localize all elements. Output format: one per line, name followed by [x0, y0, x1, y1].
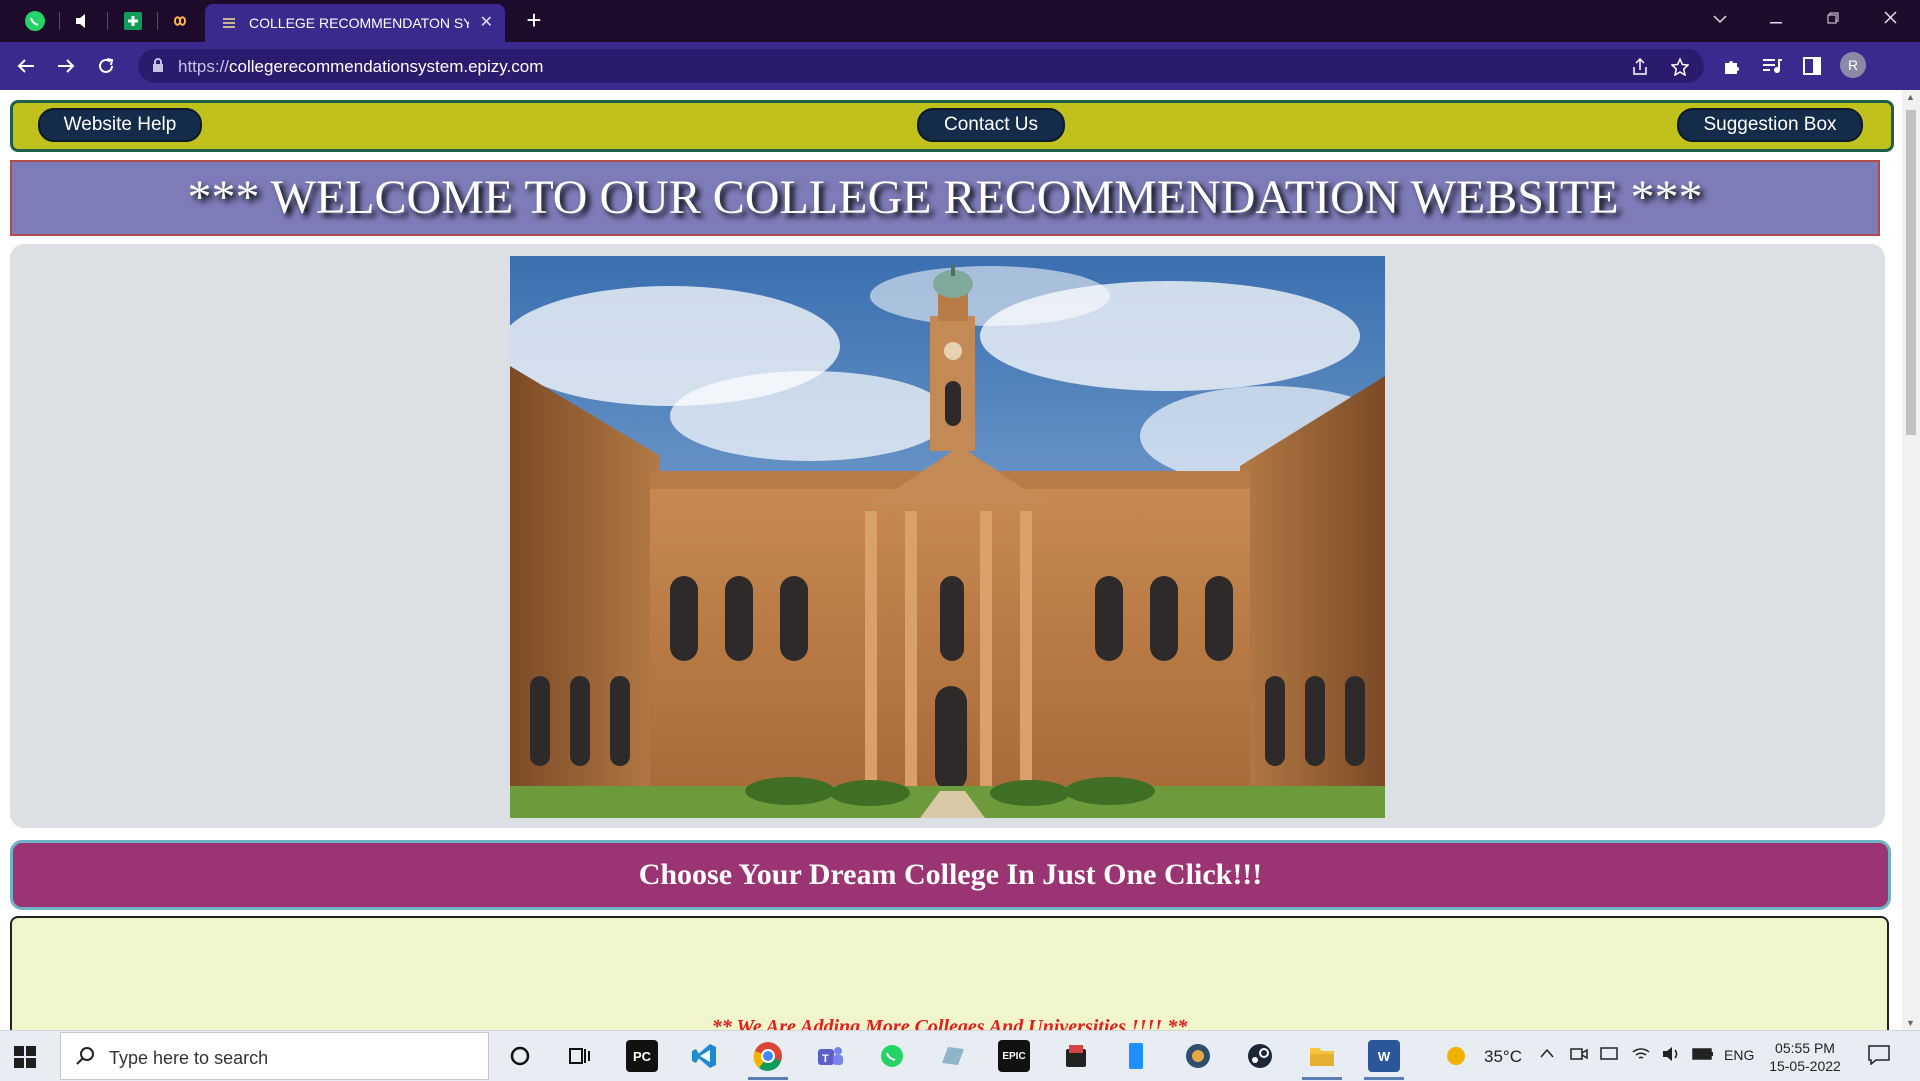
- share-icon[interactable]: [1628, 57, 1652, 77]
- cta-text: Choose Your Dream College In Just One Cl…: [638, 858, 1263, 891]
- steam-icon[interactable]: [1244, 1040, 1276, 1072]
- colleges-panel: ** We Are Adding More Colleges And Unive…: [10, 916, 1889, 1030]
- phone-icon[interactable]: [1120, 1040, 1152, 1072]
- app-icon[interactable]: [1060, 1040, 1092, 1072]
- epic-games-icon[interactable]: EPIC: [998, 1040, 1030, 1072]
- file-explorer-icon[interactable]: [1306, 1040, 1338, 1072]
- reload-icon[interactable]: [90, 50, 122, 82]
- active-tab[interactable]: COLLEGE RECOMMENDATON SYSTEM ✕: [205, 4, 505, 42]
- site-favicon-icon: [223, 18, 235, 28]
- spreadsheet-icon: [124, 12, 142, 30]
- app-icon[interactable]: [936, 1040, 968, 1072]
- hero-frame: [10, 244, 1885, 828]
- svg-text:T: T: [822, 1053, 829, 1065]
- browser-toolbar: https://collegerecommendationsystem.epiz…: [0, 42, 1920, 90]
- infinity-icon: [174, 16, 187, 26]
- tab-close-icon[interactable]: ✕: [480, 12, 493, 32]
- minimize-icon[interactable]: [1756, 6, 1796, 34]
- college-building-image: [510, 256, 1385, 818]
- suggestion-box-button[interactable]: Suggestion Box: [1677, 108, 1863, 142]
- whatsapp-icon[interactable]: [876, 1040, 908, 1072]
- meet-now-icon[interactable]: [1570, 1046, 1588, 1066]
- whatsapp-pinned-tab[interactable]: [16, 6, 54, 36]
- sheets-pinned-tab[interactable]: [114, 6, 152, 36]
- infinity-pinned-tab[interactable]: [161, 6, 199, 36]
- lock-icon: [153, 58, 163, 72]
- forward-arrow-icon[interactable]: [50, 50, 82, 82]
- bookmark-star-icon[interactable]: [1668, 57, 1692, 77]
- display-icon[interactable]: [1600, 1046, 1618, 1066]
- tab-search-icon[interactable]: [1700, 6, 1740, 34]
- cortana-icon[interactable]: [504, 1040, 536, 1072]
- scrollbar-thumb[interactable]: [1906, 110, 1916, 435]
- notifications-icon[interactable]: [1868, 1045, 1890, 1069]
- welcome-heading: *** WELCOME TO OUR COLLEGE RECOMMENDATIO…: [187, 171, 1703, 224]
- search-placeholder: Type here to search: [109, 1048, 269, 1068]
- tab-title: COLLEGE RECOMMENDATON SYSTEM: [249, 15, 469, 31]
- scroll-up-icon[interactable]: ▲: [1906, 92, 1915, 102]
- scroll-down-icon[interactable]: ▼: [1906, 1018, 1915, 1028]
- whatsapp-icon: [25, 11, 45, 31]
- show-hidden-icons-icon[interactable]: [1540, 1045, 1554, 1062]
- language-indicator[interactable]: ENG: [1724, 1047, 1754, 1063]
- app-icon[interactable]: [1182, 1040, 1214, 1072]
- pycharm-icon[interactable]: PC: [626, 1040, 658, 1072]
- wifi-icon[interactable]: [1632, 1046, 1650, 1066]
- word-icon[interactable]: W: [1368, 1040, 1400, 1072]
- weather-temperature[interactable]: 35°C: [1484, 1047, 1522, 1067]
- task-view-icon[interactable]: [564, 1040, 596, 1072]
- address-bar[interactable]: https://collegerecommendationsystem.epiz…: [138, 49, 1704, 83]
- page-scrollbar[interactable]: ▲ ▼: [1902, 90, 1920, 1030]
- profile-avatar[interactable]: R: [1840, 52, 1866, 78]
- windows-taskbar: Type here to search PC T EPIC W 35°C ENG…: [0, 1030, 1920, 1081]
- taskbar-search-box[interactable]: Type here to search: [60, 1032, 489, 1080]
- welcome-banner: *** WELCOME TO OUR COLLEGE RECOMMENDATIO…: [10, 160, 1880, 236]
- teams-icon[interactable]: T: [814, 1040, 846, 1072]
- search-icon: [76, 1047, 94, 1065]
- volume-icon[interactable]: [1662, 1046, 1680, 1066]
- media-queue-icon[interactable]: [1760, 54, 1784, 78]
- browser-tab-strip: COLLEGE RECOMMENDATON SYSTEM ✕ +: [0, 0, 1920, 42]
- taskbar-clock[interactable]: 05:55 PM 15-05-2022: [1760, 1039, 1850, 1075]
- web-page: Website Help Contact Us Suggestion Box *…: [0, 90, 1902, 1030]
- contact-us-button[interactable]: Contact Us: [917, 108, 1065, 142]
- new-tab-button[interactable]: +: [520, 6, 548, 34]
- restore-icon[interactable]: [1813, 6, 1853, 34]
- notice-text: ** We Are Adding More Colleges And Unive…: [711, 1016, 1188, 1030]
- battery-icon[interactable]: [1692, 1047, 1714, 1064]
- site-top-nav: Website Help Contact Us Suggestion Box: [10, 100, 1894, 152]
- side-panel-icon[interactable]: [1800, 54, 1824, 78]
- vscode-icon[interactable]: [688, 1040, 720, 1072]
- chrome-icon[interactable]: [752, 1040, 784, 1072]
- back-arrow-icon[interactable]: [10, 50, 42, 82]
- website-help-button[interactable]: Website Help: [38, 108, 202, 142]
- clock-date: 15-05-2022: [1769, 1058, 1841, 1074]
- extensions-puzzle-icon[interactable]: [1720, 54, 1744, 78]
- cta-banner[interactable]: Choose Your Dream College In Just One Cl…: [10, 840, 1891, 910]
- windows-start-icon[interactable]: [14, 1046, 36, 1073]
- muted-pinned-tab[interactable]: [64, 6, 102, 36]
- close-window-icon[interactable]: [1870, 6, 1910, 34]
- speaker-muted-icon: [76, 14, 85, 28]
- clock-time: 05:55 PM: [1775, 1040, 1835, 1056]
- url-text: https://collegerecommendationsystem.epiz…: [178, 57, 544, 76]
- weather-sun-icon[interactable]: [1444, 1040, 1468, 1072]
